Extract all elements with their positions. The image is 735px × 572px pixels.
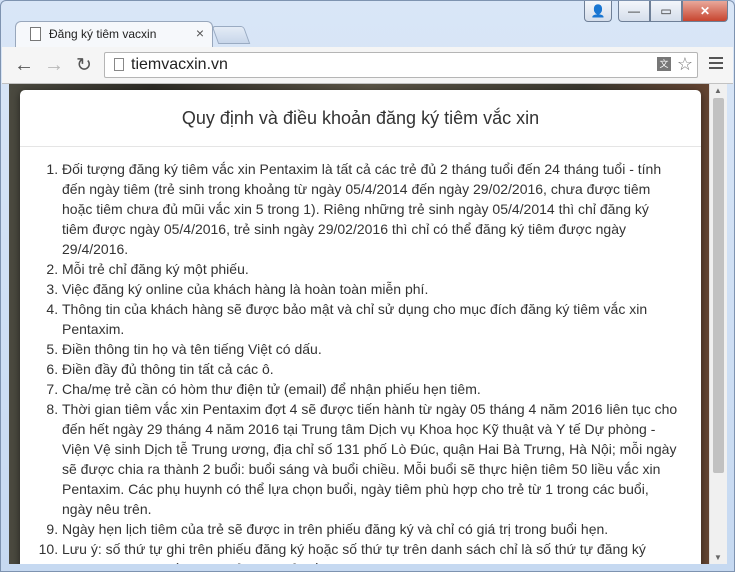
- list-item: Việc đăng ký online của khách hàng là ho…: [62, 279, 679, 299]
- browser-window: 👤 — ▭ ✕ Đăng ký tiêm vacxin × ← → ↻ tiem…: [0, 0, 735, 572]
- page-icon: [114, 58, 124, 71]
- scrollbar-thumb[interactable]: [713, 98, 724, 473]
- maximize-button[interactable]: ▭: [650, 1, 682, 22]
- list-item: Lưu ý: số thứ tự ghi trên phiếu đăng ký …: [62, 539, 679, 564]
- modal-header: Quy định và điều khoản đăng ký tiêm vắc …: [20, 90, 701, 147]
- back-arrow-icon[interactable]: ←: [12, 53, 36, 77]
- list-item: Mỗi trẻ chỉ đăng ký một phiếu.: [62, 259, 679, 279]
- list-item: Thời gian tiêm vắc xin Pentaxim đợt 4 sẽ…: [62, 399, 679, 519]
- scroll-down-icon[interactable]: ▼: [714, 553, 722, 562]
- close-window-button[interactable]: ✕: [682, 1, 728, 22]
- bookmark-star-icon[interactable]: ☆: [677, 54, 693, 75]
- tab-title: Đăng ký tiêm vacxin: [49, 27, 157, 41]
- list-item: Điền đầy đủ thông tin tất cả các ô.: [62, 359, 679, 379]
- list-item: Đối tượng đăng ký tiêm vắc xin Pentaxim …: [62, 159, 679, 259]
- list-item: Điền thông tin họ và tên tiếng Việt có d…: [62, 339, 679, 359]
- close-tab-icon[interactable]: ×: [196, 25, 204, 41]
- address-bar[interactable]: tiemvacxin.vn 文 ☆: [104, 52, 698, 78]
- list-item: Thông tin của khách hàng sẽ được bảo mật…: [62, 299, 679, 339]
- reload-icon[interactable]: ↻: [72, 53, 96, 77]
- scroll-up-icon[interactable]: ▲: [714, 86, 722, 95]
- url-text: tiemvacxin.vn: [131, 56, 228, 73]
- terms-modal: Quy định và điều khoản đăng ký tiêm vắc …: [20, 90, 701, 564]
- page-viewport: Quy định và điều khoản đăng ký tiêm vắc …: [9, 84, 727, 564]
- modal-body: Đối tượng đăng ký tiêm vắc xin Pentaxim …: [20, 147, 701, 564]
- menu-icon[interactable]: [709, 57, 723, 72]
- translate-icon[interactable]: 文: [657, 57, 671, 71]
- user-icon[interactable]: 👤: [584, 1, 612, 22]
- forward-arrow-icon[interactable]: →: [42, 53, 66, 77]
- page-icon: [30, 27, 41, 41]
- list-item: Cha/mẹ trẻ cần có hòm thư điện tử (email…: [62, 379, 679, 399]
- modal-title: Quy định và điều khoản đăng ký tiêm vắc …: [181, 107, 540, 128]
- terms-list: Đối tượng đăng ký tiêm vắc xin Pentaxim …: [32, 159, 679, 564]
- window-controls: 👤 — ▭ ✕: [584, 1, 728, 22]
- new-tab-button[interactable]: [211, 26, 251, 44]
- minimize-button[interactable]: —: [618, 1, 650, 22]
- browser-tab[interactable]: Đăng ký tiêm vacxin ×: [15, 21, 213, 47]
- vertical-scrollbar[interactable]: ▲ ▼: [709, 84, 727, 564]
- browser-toolbar: ← → ↻ tiemvacxin.vn 文 ☆: [2, 47, 733, 84]
- list-item: Ngày hẹn lịch tiêm của trẻ sẽ được in tr…: [62, 519, 679, 539]
